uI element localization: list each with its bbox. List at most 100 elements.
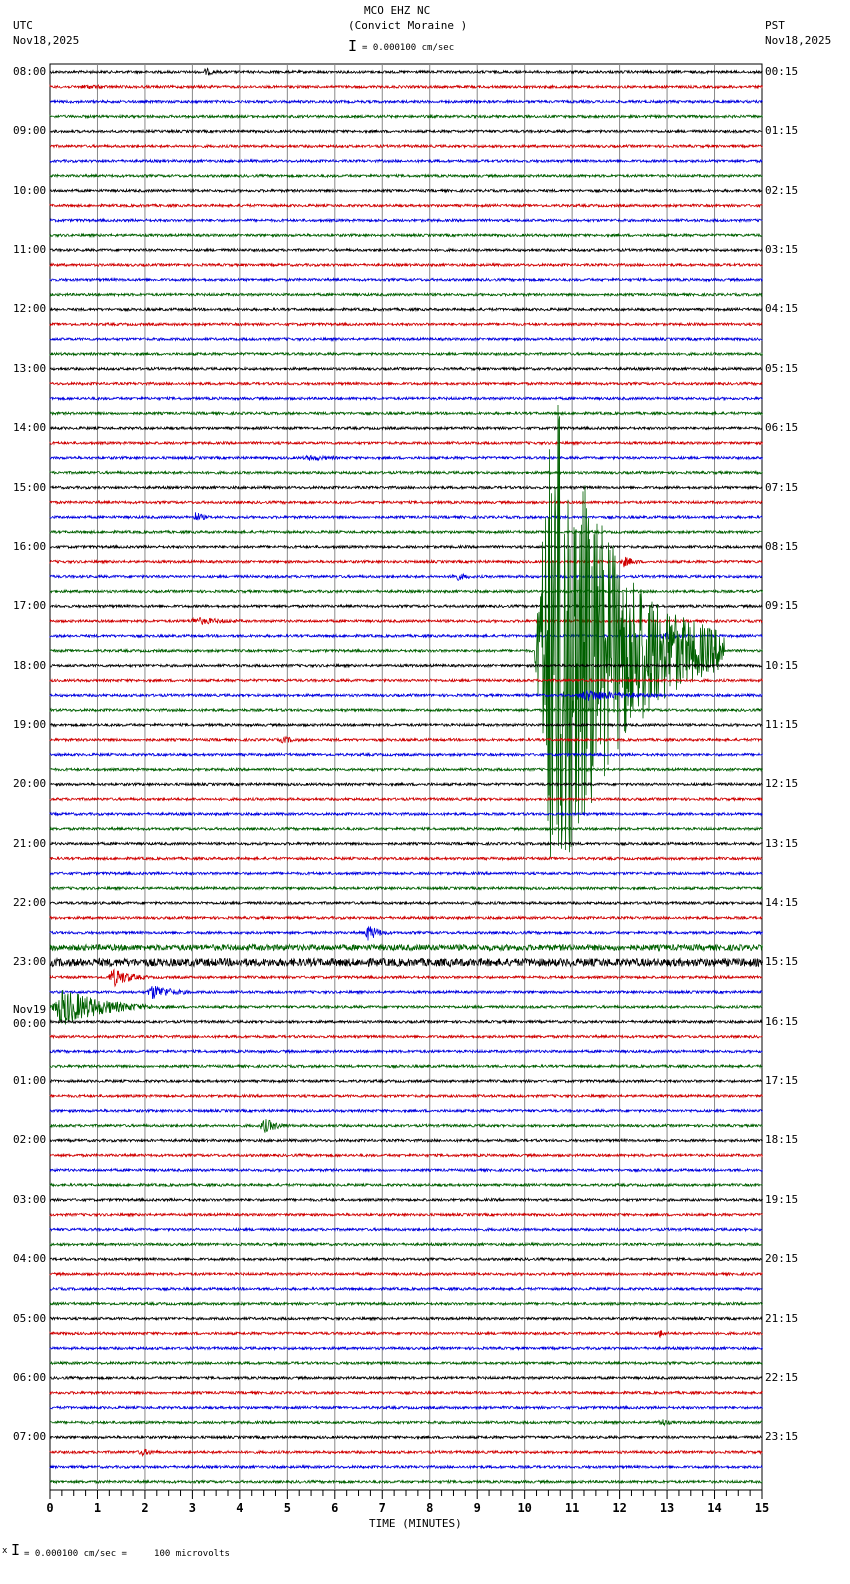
trace-46: [49, 751, 763, 758]
trace-76: [49, 1197, 763, 1203]
x-tick-label: 3: [189, 1501, 196, 1515]
trace-88: [49, 1375, 763, 1381]
x-tick-label: 9: [474, 1501, 481, 1515]
trace-34: [49, 572, 763, 581]
trace-24: [49, 425, 763, 431]
trace-61: [49, 968, 763, 988]
trace-8: [49, 187, 763, 194]
trace-62: [49, 985, 763, 999]
trace-73: [49, 1152, 763, 1159]
trace-51: [49, 825, 763, 832]
trace-71: [49, 1119, 763, 1133]
trace-14: [49, 276, 763, 283]
trace-84: [49, 1315, 763, 1322]
trace-93: [49, 1448, 763, 1458]
trace-12: [49, 247, 763, 253]
x-tick-label: 12: [612, 1501, 626, 1515]
trace-30: [49, 512, 763, 521]
trace-80: [49, 1256, 763, 1262]
trace-2: [49, 98, 763, 105]
trace-9: [49, 202, 763, 209]
trace-48: [49, 781, 763, 788]
trace-81: [49, 1271, 763, 1277]
trace-57: [49, 915, 763, 921]
trace-69: [49, 1093, 763, 1099]
trace-5: [49, 143, 763, 150]
trace-63: [49, 990, 763, 1025]
trace-3: [49, 113, 763, 120]
trace-55: [49, 885, 763, 892]
trace-65: [49, 1033, 763, 1040]
trace-52: [49, 840, 763, 847]
x-tick-label: 2: [141, 1501, 148, 1515]
trace-28: [49, 484, 763, 491]
trace-10: [49, 217, 763, 224]
x-tick-label: 4: [236, 1501, 243, 1515]
trace-85: [49, 1330, 763, 1339]
x-tick-label: 6: [331, 1501, 338, 1515]
x-tick-label: 8: [426, 1501, 433, 1515]
trace-31: [49, 529, 763, 535]
trace-21: [49, 380, 763, 387]
trace-47: [49, 766, 763, 773]
x-tick-label: 11: [565, 1501, 579, 1515]
trace-33: [49, 556, 763, 568]
x-tick-label: 0: [46, 1501, 53, 1515]
trace-79: [49, 1241, 763, 1248]
trace-32: [49, 544, 763, 550]
trace-53: [49, 855, 763, 862]
x-tick-label: 7: [379, 1501, 386, 1515]
trace-43: [49, 707, 763, 713]
x-tick-label: 15: [755, 1501, 769, 1515]
trace-58: [49, 925, 763, 941]
x-tick-label: 5: [284, 1501, 291, 1515]
trace-22: [49, 395, 763, 402]
trace-18: [49, 336, 763, 342]
trace-26: [49, 454, 763, 462]
trace-56: [49, 900, 763, 906]
helicorder-page: MCO EHZ NC (Convict Moraine ) UTC Nov18,…: [0, 0, 850, 1584]
trace-49: [49, 796, 763, 802]
trace-36: [49, 603, 763, 610]
trace-83: [49, 1300, 763, 1307]
trace-70: [49, 1107, 763, 1114]
trace-19: [49, 351, 763, 357]
trace-67: [49, 1063, 763, 1070]
trace-82: [49, 1286, 763, 1292]
trace-15: [49, 291, 763, 298]
trace-95: [49, 1478, 763, 1485]
seismogram-plot: 0 1 2 3 4 5 6 7 8 9 10 11 12 13 14 15: [46, 63, 769, 1515]
trace-75: [49, 1182, 763, 1188]
trace-59: [49, 943, 763, 952]
trace-77: [49, 1211, 763, 1218]
trace-89: [49, 1389, 763, 1396]
trace-13: [49, 262, 763, 268]
trace-50: [49, 811, 763, 817]
trace-64: [49, 1018, 763, 1025]
trace-68: [49, 1078, 763, 1084]
trace-87: [49, 1360, 763, 1366]
x-tick-label: 13: [660, 1501, 674, 1515]
trace-4: [49, 128, 763, 135]
trace-11: [49, 232, 763, 239]
trace-17: [49, 321, 763, 328]
trace-92: [49, 1434, 763, 1441]
trace-78: [49, 1226, 763, 1233]
trace-23: [49, 410, 763, 417]
trace-66: [49, 1048, 763, 1055]
trace-45: [49, 735, 763, 744]
trace-27: [49, 469, 763, 476]
trace-54: [49, 870, 763, 877]
trace-7: [49, 173, 763, 179]
trace-0: [49, 67, 763, 76]
trace-74: [49, 1167, 763, 1173]
trace-94: [49, 1464, 763, 1470]
trace-86: [49, 1345, 763, 1352]
trace-25: [49, 440, 763, 446]
trace-20: [49, 365, 763, 372]
trace-91: [49, 1419, 763, 1427]
x-tick-label: 14: [707, 1501, 721, 1515]
trace-35: [49, 588, 763, 595]
trace-29: [49, 499, 763, 506]
x-tick-label: 1: [94, 1501, 101, 1515]
